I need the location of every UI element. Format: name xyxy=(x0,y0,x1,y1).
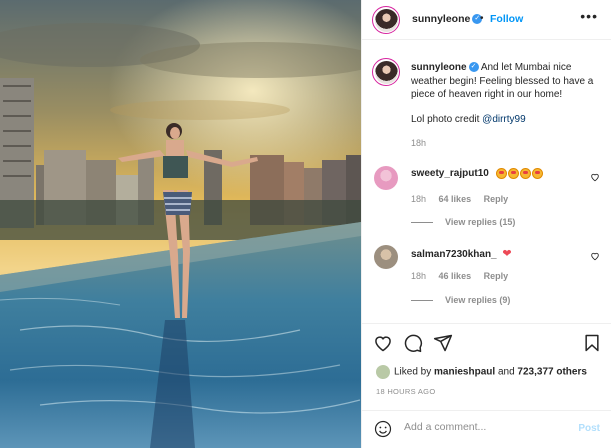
like-comment-heart-icon[interactable] xyxy=(590,251,600,261)
red-heart-emoji-icon: ❤ xyxy=(502,248,512,260)
comment-likes[interactable]: 46 likes xyxy=(439,271,472,281)
author-username[interactable]: sunnyleone ✓ xyxy=(412,13,483,25)
like-comment-heart-icon[interactable] xyxy=(590,172,600,182)
star-struck-emoji-icon xyxy=(507,168,519,179)
comment-emojis xyxy=(495,168,544,179)
post-photo[interactable] xyxy=(0,0,361,448)
photo-credit: Lol photo credit @dirrty99 xyxy=(411,114,526,125)
caption-username[interactable]: sunnyleone xyxy=(411,62,467,73)
like-heart-icon[interactable] xyxy=(373,333,393,353)
credit-mention-link[interactable]: @dirrty99 xyxy=(482,114,526,125)
comment-time[interactable]: 18h xyxy=(411,271,426,281)
replies-line xyxy=(411,222,433,224)
commenter-username[interactable]: sweety_rajput10 xyxy=(411,168,489,179)
share-send-icon[interactable] xyxy=(433,333,453,353)
comment-item: sweety_rajput10 18h 64 likes Reply View … xyxy=(362,164,611,234)
author-avatar[interactable] xyxy=(372,6,400,34)
comment-meta: 18h 46 likes Reply xyxy=(411,271,518,281)
more-options-icon[interactable]: ••• xyxy=(580,8,598,24)
caption-timestamp[interactable]: 18h xyxy=(411,138,426,148)
commenter-avatar[interactable] xyxy=(374,245,398,269)
verified-badge-icon: ✓ xyxy=(468,62,479,73)
add-comment-input[interactable] xyxy=(404,421,554,433)
star-struck-emoji-icon xyxy=(495,168,507,179)
save-bookmark-icon[interactable] xyxy=(582,333,602,353)
liked-by-others-link[interactable]: 723,377 others xyxy=(517,367,587,378)
follow-button[interactable]: Follow xyxy=(490,13,523,25)
star-struck-emoji-icon xyxy=(519,168,531,179)
view-replies-button[interactable]: View replies (15) xyxy=(411,217,515,227)
liked-by-user-link[interactable]: manieshpaul xyxy=(434,367,495,378)
caption-avatar[interactable] xyxy=(372,58,400,86)
poolside-photo xyxy=(0,0,361,448)
comment-bubble-icon[interactable] xyxy=(403,333,423,353)
emoji-smiley-icon[interactable] xyxy=(374,420,392,438)
comment-reply-button[interactable]: Reply xyxy=(484,194,509,204)
comment-likes[interactable]: 64 likes xyxy=(439,194,472,204)
liked-by-summary: Liked by manieshpaul and 723,377 others xyxy=(376,365,587,379)
liker-avatar[interactable] xyxy=(376,365,390,379)
post-caption: sunnyleone ✓ And let Mumbai nice weather … xyxy=(411,61,601,102)
commenter-username[interactable]: salman7230khan_ xyxy=(411,249,497,260)
comment-meta: 18h 64 likes Reply xyxy=(411,194,518,204)
commenter-avatar[interactable] xyxy=(374,166,398,190)
view-replies-button[interactable]: View replies (9) xyxy=(411,295,510,305)
comment-reply-button[interactable]: Reply xyxy=(484,271,509,281)
post-header: sunnyleone ✓ • Follow ••• xyxy=(362,0,611,40)
add-comment-bar: Post xyxy=(362,410,611,448)
post-side-panel: sunnyleone ✓ • Follow ••• sunnyleone ✓ And… xyxy=(361,0,611,448)
post-timestamp[interactable]: 18 HOURS AGO xyxy=(376,387,435,396)
comment-time[interactable]: 18h xyxy=(411,194,426,204)
post-actions-bar xyxy=(362,323,611,363)
replies-line xyxy=(411,300,433,302)
separator-dot: • xyxy=(480,13,484,24)
post-comment-button[interactable]: Post xyxy=(578,423,600,434)
comment-item: salman7230khan_ ❤ 18h 46 likes Reply Vie… xyxy=(362,243,611,313)
star-struck-emoji-icon xyxy=(531,168,543,179)
